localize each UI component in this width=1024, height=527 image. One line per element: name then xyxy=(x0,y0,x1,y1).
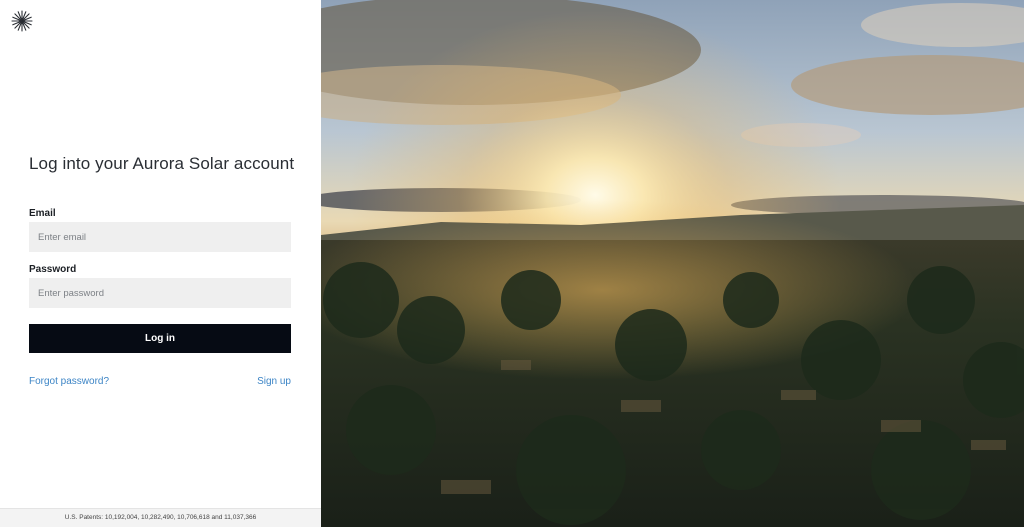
login-panel: Log into your Aurora Solar account Email… xyxy=(0,0,321,527)
hero-image xyxy=(321,0,1024,527)
password-label: Password xyxy=(29,264,77,275)
login-button[interactable]: Log in xyxy=(29,324,291,353)
forgot-password-link[interactable]: Forgot password? xyxy=(29,376,109,387)
sign-up-link[interactable]: Sign up xyxy=(257,376,291,387)
sunburst-logo-icon xyxy=(11,10,33,32)
page-title: Log into your Aurora Solar account xyxy=(29,154,295,173)
patents-footer: U.S. Patents: 10,192,004, 10,282,490, 10… xyxy=(0,508,321,527)
email-field[interactable] xyxy=(29,222,291,252)
password-field[interactable] xyxy=(29,278,291,308)
email-label: Email xyxy=(29,208,56,219)
sunset-neighborhood-photo xyxy=(321,0,1024,527)
